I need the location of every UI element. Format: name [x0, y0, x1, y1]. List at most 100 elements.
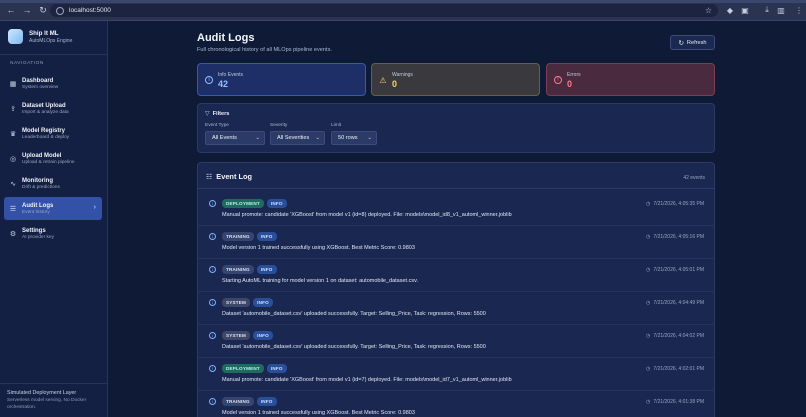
- filter-icon: ▽: [205, 111, 210, 117]
- profile-avatar[interactable]: [780, 5, 790, 15]
- event-type-badge: TRAINING: [222, 232, 254, 241]
- event-type-select[interactable]: All Events ⌄: [205, 131, 265, 145]
- sidebar-item-dashboard[interactable]: ▦ Dashboard System overview: [4, 72, 102, 95]
- event-type-badge: TRAINING: [222, 265, 254, 274]
- limit-label: Limit: [331, 123, 342, 128]
- menu-kebab-icon[interactable]: ⋮: [794, 5, 804, 15]
- back-icon[interactable]: ←: [4, 3, 18, 17]
- sidebar-item-monitoring[interactable]: ∿ Monitoring Drift & predictions: [4, 172, 102, 195]
- event-timestamp: ◷ 7/21/2026, 4:04:49 PM: [646, 300, 704, 306]
- brand[interactable]: Ship It ML AutoMLOps Engine: [8, 29, 72, 44]
- info-icon: i: [209, 266, 216, 273]
- stat-label: Warnings: [392, 72, 413, 78]
- event-row: i TRAINING INFO Model version 1 trained …: [198, 226, 714, 259]
- event-type-badge: SYSTEM: [222, 298, 251, 307]
- limit-select[interactable]: 50 rows ⌄: [331, 131, 377, 145]
- severity-badge: INFO: [253, 331, 273, 340]
- event-message: Model version 1 trained successfully usi…: [222, 245, 415, 251]
- puzzle-icon[interactable]: ▣: [740, 5, 750, 15]
- chevron-right-icon: ›: [93, 204, 96, 211]
- grid-icon: ▦: [9, 80, 17, 88]
- event-timestamp: ◷ 7/21/2026, 4:05:01 PM: [646, 267, 704, 273]
- limit-filter: Limit 50 rows ⌄: [331, 123, 377, 145]
- site-info-icon[interactable]: [56, 6, 64, 15]
- severity-select[interactable]: All Severities ⌄: [270, 131, 325, 145]
- forward-icon[interactable]: →: [20, 3, 34, 17]
- page-subtitle: Full chronological history of all MLOps …: [197, 47, 332, 53]
- sidebar-item-sub: Drift & predictions: [22, 184, 60, 190]
- filters-panel: ▽ Filters Event Type All Events ⌄ Severi…: [197, 103, 715, 153]
- info-icon: i: [209, 299, 216, 306]
- sidebar: Ship It ML AutoMLOps Engine Navigation ▦…: [0, 21, 108, 417]
- sidebar-item-sub: Leaderboard & deploy: [22, 134, 70, 140]
- timestamp-text: 7/21/2026, 4:05:35 PM: [653, 201, 704, 207]
- warnings-card: ⚠ Warnings 0: [371, 63, 540, 96]
- event-timestamp: ◷ 7/21/2026, 4:04:02 PM: [646, 333, 704, 339]
- info-icon: i: [209, 365, 216, 372]
- severity-value: All Severities: [277, 135, 310, 141]
- sidebar-item-sub: System overview: [22, 84, 59, 90]
- sidebar-item-sub: AI provider key: [22, 234, 54, 240]
- clock-icon: ◷: [646, 399, 651, 405]
- divider: [0, 383, 107, 384]
- stat-label: Info Events: [218, 72, 244, 78]
- event-count: 42 events: [683, 175, 705, 181]
- severity-filter: Severity All Severities ⌄: [270, 123, 325, 145]
- severity-badge: INFO: [256, 397, 277, 406]
- event-message: Starting AutoML training for model versi…: [222, 278, 418, 284]
- refresh-button[interactable]: ↻ Refresh: [670, 35, 715, 50]
- event-message: Model version 1 trained successfully usi…: [222, 410, 415, 416]
- filters-heading-label: Filters: [212, 110, 230, 117]
- sidebar-item-sub: Event history: [22, 209, 50, 215]
- clock-icon: ◷: [646, 333, 651, 339]
- severity-badge: INFO: [266, 364, 287, 373]
- log-icon: ☷: [206, 173, 213, 181]
- deployment-layer-title: Simulated Deployment Layer: [7, 390, 77, 396]
- event-row: i SYSTEM INFO Dataset 'automobile_datase…: [198, 292, 714, 325]
- timestamp-text: 7/21/2026, 4:05:01 PM: [653, 267, 704, 273]
- address-bar[interactable]: localhost:5000 ☆: [50, 4, 718, 17]
- event-type-filter: Event Type All Events ⌄: [205, 123, 265, 145]
- timestamp-text: 7/21/2026, 4:04:02 PM: [653, 333, 704, 339]
- info-icon: i: [209, 398, 216, 405]
- event-log-title-label: Event Log: [216, 172, 253, 181]
- download-icon[interactable]: ⤓: [762, 5, 772, 15]
- refresh-label: Refresh: [686, 39, 707, 46]
- url-text[interactable]: localhost:5000: [69, 7, 111, 14]
- sidebar-item-upload-model[interactable]: ◎ Upload Model Upload & retrain pipeline: [4, 147, 102, 170]
- divider: [0, 54, 107, 55]
- timestamp-text: 7/21/2026, 4:02:01 PM: [653, 366, 704, 372]
- info-icon: i: [205, 76, 213, 84]
- clock-icon: ◷: [646, 300, 651, 306]
- brand-subtitle: AutoMLOps Engine: [29, 37, 73, 44]
- activity-icon: ∿: [10, 180, 16, 188]
- refresh-icon: ↻: [678, 39, 684, 47]
- filters-heading: ▽ Filters: [205, 110, 230, 118]
- timestamp-text: 7/21/2026, 4:04:49 PM: [653, 300, 704, 306]
- sidebar-item-settings[interactable]: ⚙ Settings AI provider key: [4, 222, 102, 245]
- event-message: Manual promote: candidate 'XGBoost' from…: [222, 212, 512, 218]
- event-timestamp: ◷ 7/21/2026, 4:01:38 PM: [646, 399, 704, 405]
- severity-badge: INFO: [256, 232, 277, 241]
- severity-badge: INFO: [266, 199, 287, 208]
- severity-badge: INFO: [253, 298, 273, 307]
- severity-label: Severity: [270, 123, 288, 128]
- bookmark-star-icon[interactable]: ☆: [705, 6, 712, 15]
- list-icon: ☰: [9, 205, 17, 213]
- nav-heading: Navigation: [10, 61, 44, 66]
- timestamp-text: 7/21/2026, 4:05:16 PM: [653, 234, 704, 240]
- clock-icon: ◷: [646, 366, 651, 372]
- extension-icon[interactable]: ◆: [725, 5, 735, 15]
- chevron-down-icon: ⌄: [315, 135, 320, 141]
- reload-icon[interactable]: ↻: [36, 3, 50, 17]
- limit-value: 50 rows: [338, 135, 358, 141]
- event-row: i DEPLOYMENT INFO Manual promote: candid…: [198, 358, 714, 391]
- sidebar-item-audit-logs[interactable]: ☰ Audit Logs Event history ›: [4, 197, 102, 220]
- stat-value: 42: [218, 79, 229, 89]
- sidebar-item-dataset-upload[interactable]: ⇪ Dataset Upload Import & analyze data: [4, 97, 102, 120]
- warning-icon: ⚠: [379, 75, 387, 85]
- sidebar-item-model-registry[interactable]: ♛ Model Registry Leaderboard & deploy: [4, 122, 102, 145]
- timestamp-text: 7/21/2026, 4:01:38 PM: [653, 399, 704, 405]
- severity-badge: INFO: [256, 265, 277, 274]
- event-log-title: ☷ Event Log: [206, 172, 252, 181]
